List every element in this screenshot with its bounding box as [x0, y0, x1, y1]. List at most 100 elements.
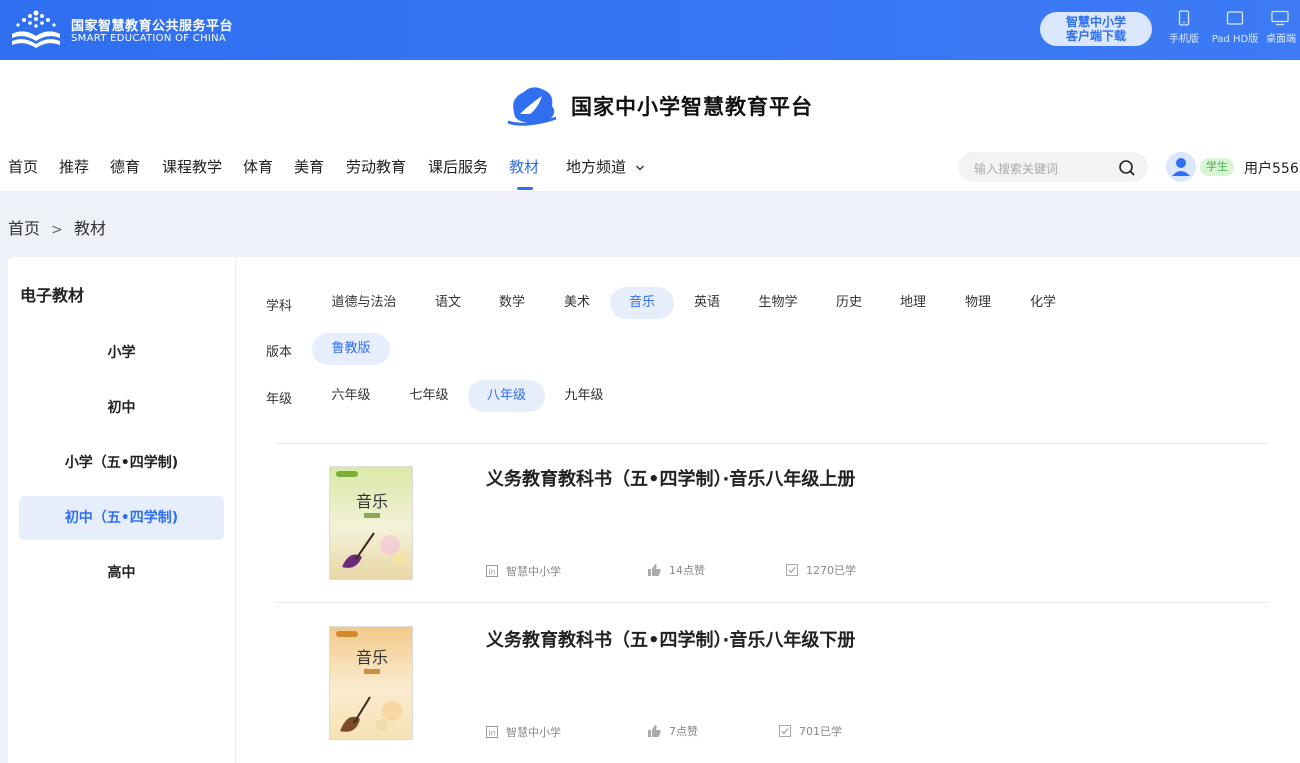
svg-text:in: in: [488, 729, 495, 738]
tablet-icon: [1226, 11, 1244, 25]
list-divider: [276, 443, 1268, 444]
device-phone-label: 手机版: [1169, 34, 1199, 45]
chevron-down-icon: [635, 165, 644, 171]
client-download-button[interactable]: 智慧中小学 客户端下载: [1040, 12, 1152, 46]
nav-home[interactable]: 首页: [8, 156, 38, 177]
book-source-text: 智慧中小学: [506, 565, 561, 578]
cover-title: 音乐: [356, 648, 388, 667]
sidebar-item-senior[interactable]: 高中: [19, 551, 224, 595]
cover-title: 音乐: [356, 492, 388, 511]
nav-textbooks[interactable]: 教材: [509, 156, 539, 177]
book-likes-text: 7点赞: [669, 725, 698, 738]
thumbs-up-icon: [648, 564, 661, 576]
nav-local-channels[interactable]: 地方频道: [566, 156, 645, 177]
search-icon[interactable]: [1118, 159, 1136, 177]
subject-chip[interactable]: 美术: [549, 287, 605, 319]
org-logo-icon[interactable]: [8, 8, 64, 50]
nav-sports[interactable]: 体育: [243, 156, 273, 177]
learned-icon: [786, 564, 798, 576]
sidebar-title: 电子教材: [20, 286, 85, 305]
role-badge: 学生: [1200, 158, 1234, 176]
book-likes: 7点赞: [648, 723, 698, 739]
sidebar-item-primary[interactable]: 小学: [19, 331, 224, 375]
nav-recommend[interactable]: 推荐: [59, 156, 89, 177]
subject-chip[interactable]: 地理: [885, 287, 941, 319]
learned-icon: [779, 725, 791, 737]
book-source: in 智慧中小学: [486, 563, 561, 579]
book-cover-art: 音乐: [336, 471, 407, 568]
svg-text:in: in: [488, 568, 495, 577]
content-panel: 电子教材 小学 初中 小学（五•四学制) 初中（五•四学制) 高中 学科 道德与…: [8, 257, 1300, 763]
subject-chip[interactable]: 语文: [420, 287, 476, 319]
book-cover[interactable]: 音乐: [329, 466, 413, 580]
search-box[interactable]: 输入搜索关键词: [958, 152, 1148, 182]
subject-chip[interactable]: 物理: [950, 287, 1006, 319]
download-line2: 客户端下载: [1065, 29, 1126, 43]
book-likes: 14点赞: [648, 562, 705, 578]
device-desktop[interactable]: 桌面端: [1266, 10, 1300, 45]
phone-icon: [1178, 10, 1190, 26]
sidebar-item-junior[interactable]: 初中: [19, 386, 224, 430]
book-source: in 智慧中小学: [486, 724, 561, 740]
site-logo-icon[interactable]: [506, 82, 558, 128]
grade-filter-label: 年级: [266, 392, 293, 407]
active-nav-indicator: [517, 187, 533, 190]
device-pad[interactable]: Pad HD版: [1206, 10, 1264, 45]
grade-chip[interactable]: 六年级: [320, 380, 382, 412]
org-name-en: SMART EDUCATION OF CHINA: [71, 33, 227, 44]
device-desktop-label: 桌面端: [1266, 34, 1296, 45]
device-phone[interactable]: 手机版: [1164, 10, 1204, 45]
subject-chip[interactable]: 历史: [821, 287, 877, 319]
search-input[interactable]: 输入搜索关键词: [974, 160, 1058, 177]
breadcrumb-current: 教材: [73, 219, 106, 238]
nav-arts[interactable]: 美育: [294, 156, 324, 177]
edition-chip-active[interactable]: 鲁教版: [312, 333, 390, 365]
subject-filter-label: 学科: [266, 299, 293, 314]
sidebar-item-primary-54[interactable]: 小学（五•四学制): [19, 441, 224, 485]
thumbs-up-icon: [648, 725, 661, 737]
subject-chip[interactable]: 生物学: [748, 287, 808, 319]
subject-chip-active[interactable]: 音乐: [610, 287, 674, 319]
grade-chip-active[interactable]: 八年级: [468, 380, 545, 412]
nav-moral[interactable]: 德育: [110, 156, 140, 177]
book-learners: 701已学: [779, 723, 842, 739]
download-line1: 智慧中小学: [1065, 15, 1126, 29]
top-bar: 国家智慧教育公共服务平台 SMART EDUCATION OF CHINA 智慧…: [0, 0, 1300, 60]
desktop-icon: [1271, 10, 1289, 26]
site-header: 国家中小学智慧教育平台 首页 推荐 德育 课程教学 体育 美育 劳动教育 课后服…: [0, 60, 1300, 191]
subject-chip[interactable]: 数学: [484, 287, 540, 319]
org-name: 国家智慧教育公共服务平台: [71, 19, 234, 34]
book-learners-text: 1270已学: [806, 564, 856, 577]
username[interactable]: 用户556: [1244, 158, 1299, 178]
grade-chip[interactable]: 七年级: [398, 380, 460, 412]
subject-chip[interactable]: 化学: [1015, 287, 1071, 319]
subject-chip[interactable]: 道德与法治: [318, 287, 410, 319]
book-title[interactable]: 义务教育教科书（五•四学制）·音乐八年级下册: [486, 626, 855, 652]
book-title[interactable]: 义务教育教科书（五•四学制）·音乐八年级上册: [486, 465, 855, 491]
site-title: 国家中小学智慧教育平台: [571, 95, 813, 119]
source-icon: in: [486, 565, 498, 577]
breadcrumb: 首页 > 教材: [8, 215, 112, 239]
nav-local-label: 地方频道: [566, 158, 627, 176]
grade-chip[interactable]: 九年级: [553, 380, 615, 412]
avatar[interactable]: [1166, 152, 1196, 182]
nav-labor[interactable]: 劳动教育: [346, 156, 406, 177]
book-cover[interactable]: 音乐: [329, 626, 413, 740]
breadcrumb-separator: >: [51, 222, 63, 238]
nav-afterschool[interactable]: 课后服务: [428, 156, 488, 177]
edition-filter-label: 版本: [266, 345, 293, 360]
book-source-text: 智慧中小学: [506, 726, 561, 739]
book-likes-text: 14点赞: [669, 564, 705, 577]
user-icon: [1172, 158, 1190, 176]
device-pad-label: Pad HD版: [1211, 34, 1259, 45]
book-learners: 1270已学: [786, 562, 856, 578]
sidebar: 电子教材 小学 初中 小学（五•四学制) 初中（五•四学制) 高中: [8, 257, 236, 763]
source-icon: in: [486, 726, 498, 738]
breadcrumb-home[interactable]: 首页: [8, 219, 40, 238]
sidebar-item-junior-54[interactable]: 初中（五•四学制): [19, 496, 224, 540]
book-cover-art: 音乐: [336, 631, 402, 732]
nav-courses[interactable]: 课程教学: [162, 156, 222, 177]
list-divider: [276, 602, 1268, 603]
subject-chip[interactable]: 英语: [679, 287, 735, 319]
book-learners-text: 701已学: [799, 725, 842, 738]
